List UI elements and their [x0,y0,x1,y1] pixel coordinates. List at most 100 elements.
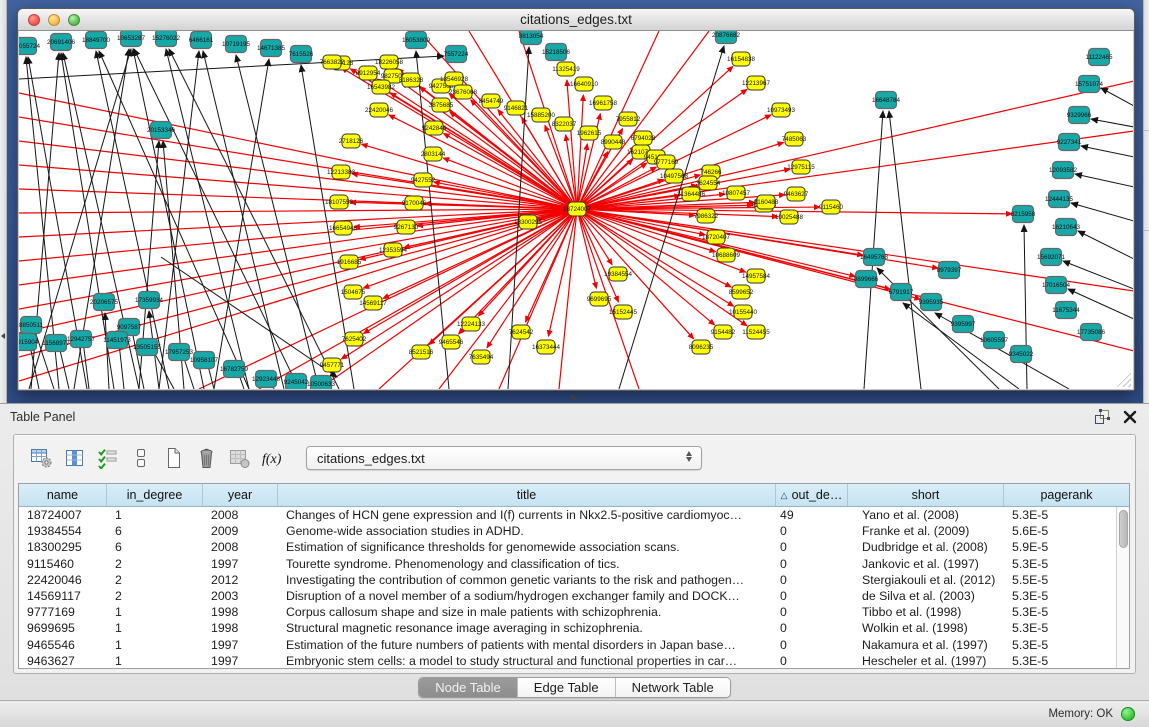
graph-node-label: 10719195 [222,41,251,48]
column-header-in_degree[interactable]: in_degree [107,484,203,506]
table-settings-icon[interactable] [30,447,54,469]
graph-node-label: 16961758 [589,100,618,107]
right-dock-strip[interactable] [1143,0,1149,403]
table-mode-icon[interactable] [129,447,153,469]
citation-edge[interactable] [1075,174,1133,187]
scrollbar-thumb[interactable] [1119,510,1128,548]
graph-node-label: 9329966 [1067,112,1092,119]
graph-node-label: 8979397 [937,267,962,274]
citation-edge[interactable] [1071,203,1133,221]
table-row[interactable]: 1872400712008Changes of HCN gene express… [19,507,1116,523]
graph-node-label: 8813054 [519,33,544,40]
window-titlebar[interactable]: citations_edges.txt [18,9,1134,31]
citation-edge[interactable] [567,80,577,209]
citation-edge[interactable] [1068,289,1133,319]
graph-node-label: 7986322 [694,213,719,220]
citation-edge[interactable] [19,117,577,209]
graph-node-label: 8215958 [1011,211,1036,218]
graph-node-label: 8322037 [552,121,577,128]
collapse-left-arrow-icon[interactable] [1,333,5,339]
table-row[interactable]: 1456911722003Disruption of a novel membe… [19,588,1116,604]
table-panel-body: f(x) citations_edges.txt namein_degreeyea… [13,434,1136,674]
graph-node-label: 8599652 [729,289,754,296]
network-window[interactable]: citations_edges.txt 98601288912954182260… [17,8,1135,391]
graph-node-label: 16640910 [570,81,599,88]
table-cell: 2008 [203,507,278,523]
splitter-handle[interactable] [569,394,577,400]
graph-node-label: 16495768 [860,254,889,261]
column-header-year[interactable]: year [203,484,278,506]
column-header-title[interactable]: title [278,484,776,506]
table-cell: Dudbridge et al. (2008) [848,539,1004,555]
citation-edge[interactable] [889,111,921,389]
citation-edge[interactable] [577,81,1133,209]
table-cell: 18724007 [19,507,107,523]
citation-edge[interactable] [1101,88,1133,106]
citation-edge[interactable] [166,49,249,389]
graph-node-label: 10653287 [117,35,146,42]
citation-edge[interactable] [203,51,284,389]
left-dock-strip[interactable] [0,0,7,403]
graph-node-label: 3624554 [696,180,721,187]
table-cell: 22420046 [19,572,107,588]
graph-node-label: 20876682 [712,32,741,39]
citation-edge[interactable] [1091,119,1133,127]
citation-edge[interactable] [577,31,709,209]
graph-node-label: 16543982 [367,84,396,91]
table-row[interactable]: 946362711997Embryonic stem cells: a mode… [19,653,1116,668]
graph-node-label: 7955812 [616,116,641,123]
table-row[interactable]: 911546021997Tourette syndrome. Phenomeno… [19,556,1116,572]
table-cell: 5.5E-5 [1004,572,1116,588]
select-column-icon[interactable] [63,447,87,469]
apply-checks-icon[interactable] [96,447,120,469]
table-panel: Table Panel f(x)citations_edges.txt name… [0,403,1149,700]
graph-node-label: 7615526 [289,51,314,58]
table-row[interactable]: 969969511998Structural magnetic resonanc… [19,620,1116,636]
graph-node-label: 9345022 [1009,351,1034,358]
graph-node-label: 746266 [700,169,722,176]
column-header-name[interactable]: name [19,484,107,506]
column-header-out_de[interactable]: △out_de… [776,484,848,506]
function-builder-icon[interactable]: f(x) [261,447,285,469]
new-column-icon[interactable] [162,447,186,469]
citation-edge[interactable] [19,165,577,209]
tab-node-table[interactable]: Node Table [419,678,518,697]
table-cell: 1 [107,604,203,620]
window-title: citations_edges.txt [18,12,1134,27]
table-scrollbar[interactable] [1116,507,1129,668]
tab-edge-table[interactable]: Edge Table [518,678,616,697]
citation-edge[interactable] [1063,261,1133,289]
citation-edge[interactable] [1078,231,1133,259]
graph-node-label: 12923448 [252,376,281,383]
table-row[interactable]: 2242004622012Investigating the contribut… [19,572,1116,588]
column-header-pagerank[interactable]: pagerank [1004,484,1129,506]
network-canvas[interactable]: 9860128891295418226058982750816543982818… [19,31,1133,389]
citation-edge[interactable] [259,209,577,389]
graph-node-label: 17735086 [1077,329,1106,336]
table-row[interactable]: 1830029562008Estimation of significance … [19,539,1116,555]
graph-node-label: 10807457 [722,190,751,197]
graph-node-label: 19384554 [604,271,633,278]
memory-indicator-icon[interactable] [1121,707,1135,721]
delete-column-icon[interactable] [195,447,219,469]
citation-edge[interactable] [19,209,577,357]
close-panel-icon[interactable] [1123,410,1137,424]
citation-edge[interactable] [214,59,269,389]
table-row[interactable]: 946554611997Estimation of the future num… [19,637,1116,653]
tab-network-table[interactable]: Network Table [616,678,730,697]
citation-edge[interactable] [169,49,339,389]
citation-edge[interactable] [1081,146,1133,157]
citation-edge[interactable] [429,209,577,345]
table-row[interactable]: 977716911998Corpus callosum shape and si… [19,604,1116,620]
network-view[interactable]: 9860128891295418226058982750816543982818… [19,31,1133,389]
graph-node-label: 20691406 [47,39,76,46]
citation-edge[interactable] [559,209,577,389]
graph-node-label: 20153346 [147,127,176,134]
delete-table-icon[interactable] [228,447,252,469]
table-row[interactable]: 1938455462009Genome-wide association stu… [19,523,1116,539]
network-selector[interactable]: citations_edges.txt [306,446,702,470]
float-panel-icon[interactable] [1094,409,1111,424]
table-cell: Jankovic et al. (1997) [848,556,1004,572]
citation-edge[interactable] [377,79,577,209]
column-header-short[interactable]: short [848,484,1004,506]
